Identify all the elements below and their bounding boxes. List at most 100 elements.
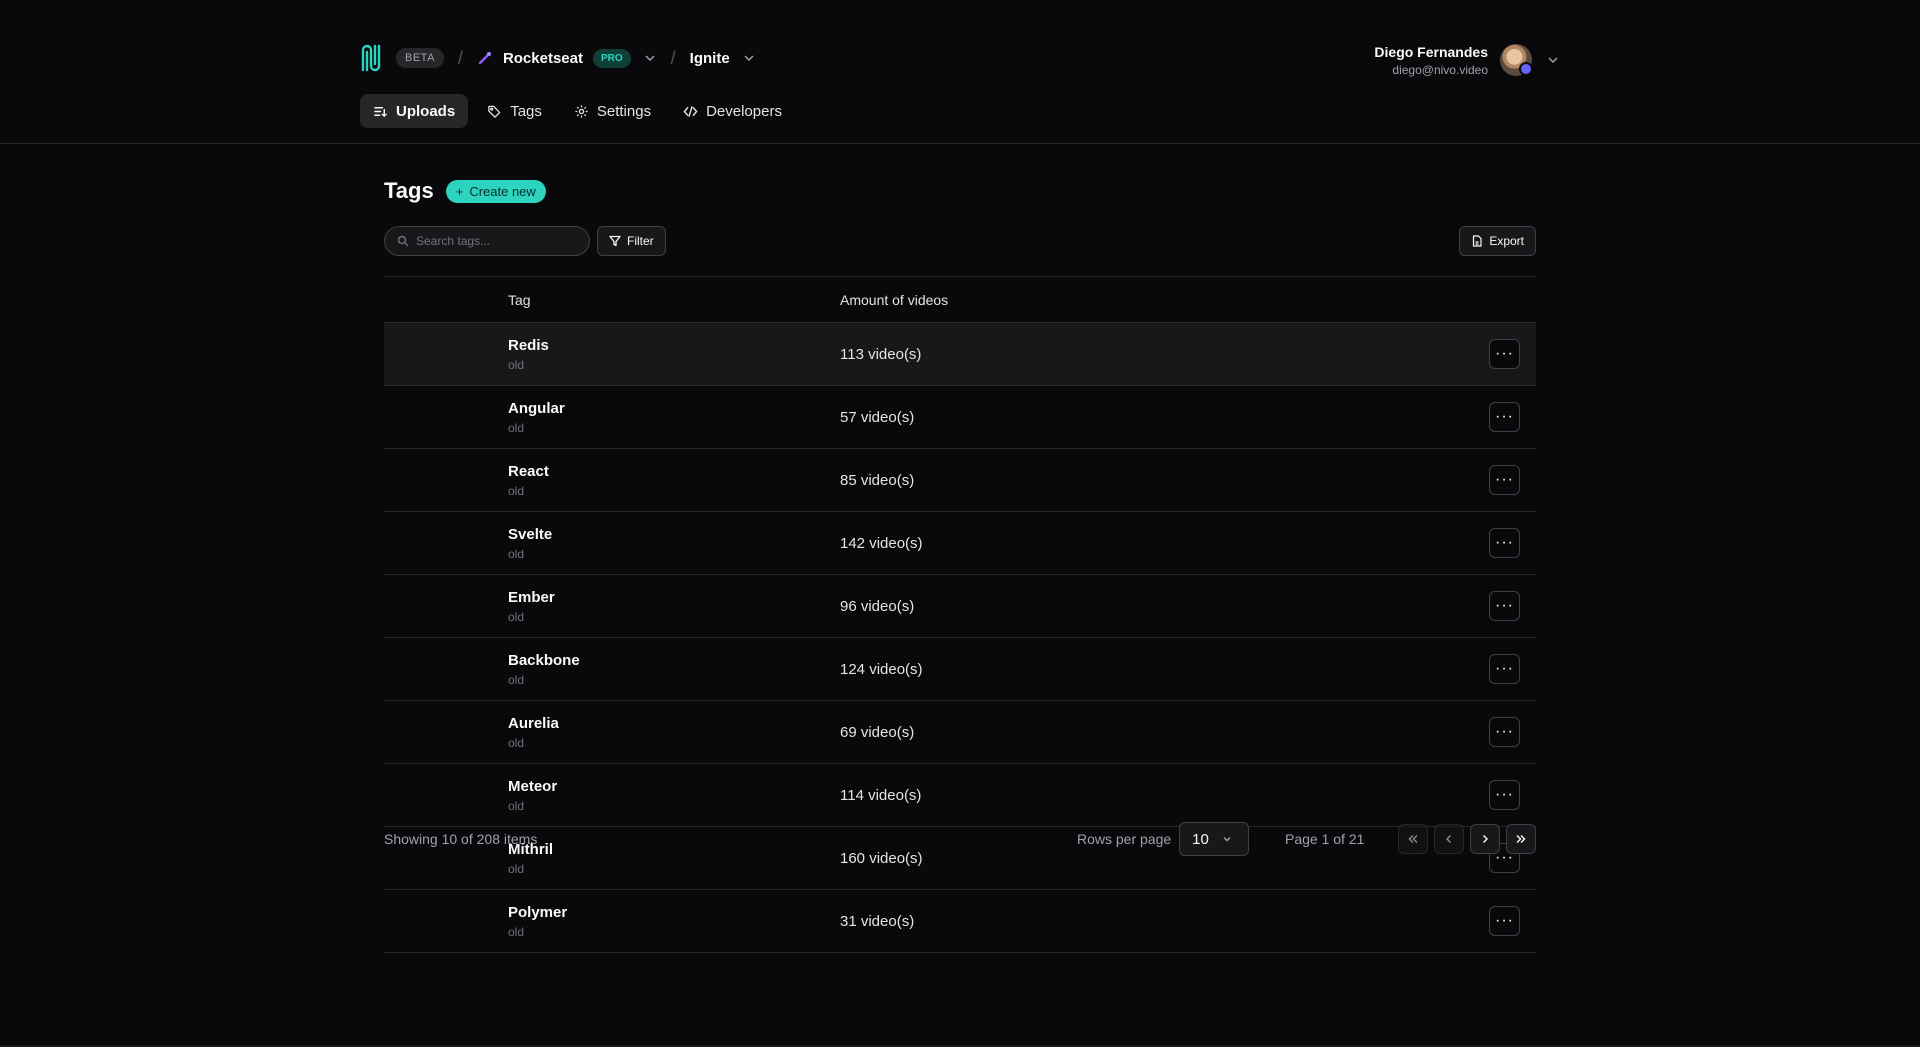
org-name[interactable]: Rocketseat <box>503 50 583 67</box>
table-row[interactable]: Aurelia old 69 video(s) ··· <box>384 701 1536 764</box>
tag-cell: Aurelia old <box>508 715 840 750</box>
title-row: Tags + Create new <box>384 178 546 204</box>
breadcrumb-separator: / <box>457 47 463 68</box>
pagination-footer: Showing 10 of 208 items Rows per page 10… <box>384 822 1536 856</box>
row-actions-button[interactable]: ··· <box>1489 654 1520 684</box>
export-button[interactable]: Export <box>1459 226 1536 256</box>
tag-name: Redis <box>508 336 549 354</box>
nav-item-tags[interactable]: Tags <box>474 94 555 128</box>
nav-item-settings[interactable]: Settings <box>561 94 664 128</box>
row-actions-button[interactable]: ··· <box>1489 780 1520 810</box>
create-new-button[interactable]: + Create new <box>445 179 546 203</box>
tag-subtitle: old <box>508 672 525 687</box>
tag-name: Aurelia <box>508 714 559 732</box>
filter-button[interactable]: Filter <box>597 226 666 256</box>
rows-per-page-select[interactable]: 10 <box>1179 822 1250 856</box>
user-info: Diego Fernandes diego@nivo.video <box>1374 44 1488 77</box>
user-email: diego@nivo.video <box>1392 62 1488 77</box>
tag-subtitle: old <box>508 798 525 813</box>
tag-subtitle: old <box>508 735 525 750</box>
main-nav: Uploads Tags Settings Developers <box>360 94 795 128</box>
table-row[interactable]: Polymer old 31 video(s) ··· <box>384 890 1536 953</box>
video-count: 114 video(s) <box>840 786 922 804</box>
tag-name: Svelte <box>508 525 553 543</box>
tag-subtitle: old <box>508 420 525 435</box>
search-icon <box>397 235 409 247</box>
first-page-button[interactable] <box>1398 824 1428 854</box>
uploads-icon <box>374 106 387 117</box>
file-icon <box>1473 235 1482 247</box>
nav-item-label: Developers <box>706 102 782 120</box>
chevron-down-icon <box>1223 837 1231 842</box>
filter-label: Filter <box>627 234 654 248</box>
chevrons-right-icon <box>1516 835 1526 843</box>
row-actions-button[interactable]: ··· <box>1489 717 1520 747</box>
pager <box>1398 824 1536 854</box>
video-count: 113 video(s) <box>840 345 922 363</box>
video-count: 57 video(s) <box>840 408 915 426</box>
row-actions-button[interactable]: ··· <box>1489 465 1520 495</box>
breadcrumb-separator: / <box>670 47 676 68</box>
tag-subtitle: old <box>508 483 525 498</box>
table-row[interactable]: Meteor old 114 video(s) ··· <box>384 764 1536 827</box>
table-row[interactable]: Backbone old 124 video(s) ··· <box>384 638 1536 701</box>
filter-icon <box>609 235 621 247</box>
tag-cell: Polymer old <box>508 904 840 939</box>
tag-cell: Redis old <box>508 337 840 372</box>
user-menu[interactable]: Diego Fernandes diego@nivo.video <box>1374 40 1560 80</box>
table-row[interactable]: React old 85 video(s) ··· <box>384 449 1536 512</box>
table-row[interactable]: Redis old 113 video(s) ··· <box>384 323 1536 386</box>
org-chevron-down-icon[interactable] <box>643 51 657 65</box>
last-page-button[interactable] <box>1506 824 1536 854</box>
tag-name: React <box>508 462 549 480</box>
toolbar: Filter Export <box>384 226 1536 256</box>
tag-subtitle: old <box>508 609 525 624</box>
gear-icon <box>575 104 588 118</box>
export-label: Export <box>1489 234 1524 248</box>
chevrons-left-icon <box>1408 835 1418 843</box>
workspace-switcher: BETA / Rocketseat PRO / Ignite <box>360 40 756 76</box>
row-actions-button[interactable]: ··· <box>1489 528 1520 558</box>
video-count: 31 video(s) <box>840 912 915 930</box>
chevron-left-icon <box>1446 835 1451 843</box>
search-box[interactable] <box>384 226 590 256</box>
row-actions-button[interactable]: ··· <box>1489 402 1520 432</box>
tag-name: Meteor <box>508 777 558 795</box>
tag-cell: Meteor old <box>508 778 840 813</box>
search-input[interactable] <box>416 234 576 248</box>
tag-subtitle: old <box>508 357 525 372</box>
nivo-logo-icon[interactable] <box>360 43 386 73</box>
tag-subtitle: old <box>508 924 525 939</box>
row-actions-button[interactable]: ··· <box>1489 339 1520 369</box>
video-count: 142 video(s) <box>840 534 923 552</box>
project-chevron-down-icon[interactable] <box>742 51 756 65</box>
showing-count: Showing 10 of 208 items <box>384 831 538 847</box>
user-name: Diego Fernandes <box>1374 43 1488 60</box>
table-header: Tag Amount of videos <box>384 277 1536 323</box>
tag-name: Polymer <box>508 903 568 921</box>
nav-item-label: Uploads <box>396 102 456 120</box>
tag-name: Angular <box>508 399 565 417</box>
create-new-label: Create new <box>469 183 536 199</box>
row-actions-button[interactable]: ··· <box>1489 906 1520 936</box>
page-info: Page 1 of 21 <box>1285 831 1365 847</box>
next-page-button[interactable] <box>1470 824 1500 854</box>
tag-subtitle: old <box>508 546 525 561</box>
beta-badge: BETA <box>396 48 444 68</box>
previous-page-button[interactable] <box>1434 824 1464 854</box>
table-row[interactable]: Ember old 96 video(s) ··· <box>384 575 1536 638</box>
tag-name: Ember <box>508 588 555 606</box>
table-row[interactable]: Svelte old 142 video(s) ··· <box>384 512 1536 575</box>
nav-item-label: Tags <box>510 102 542 120</box>
video-count: 85 video(s) <box>840 471 915 489</box>
tag-icon <box>488 105 501 118</box>
header: BETA / Rocketseat PRO / Ignite Diego Fer… <box>0 0 1920 144</box>
avatar[interactable] <box>1500 44 1533 76</box>
table-row[interactable]: Angular old 57 video(s) ··· <box>384 386 1536 449</box>
row-actions-button[interactable]: ··· <box>1489 591 1520 621</box>
tag-cell: Svelte old <box>508 526 840 561</box>
nav-item-developers[interactable]: Developers <box>670 94 795 128</box>
user-chevron-down-icon[interactable] <box>1546 53 1560 67</box>
nav-item-uploads[interactable]: Uploads <box>360 94 469 128</box>
project-name[interactable]: Ignite <box>690 50 730 67</box>
